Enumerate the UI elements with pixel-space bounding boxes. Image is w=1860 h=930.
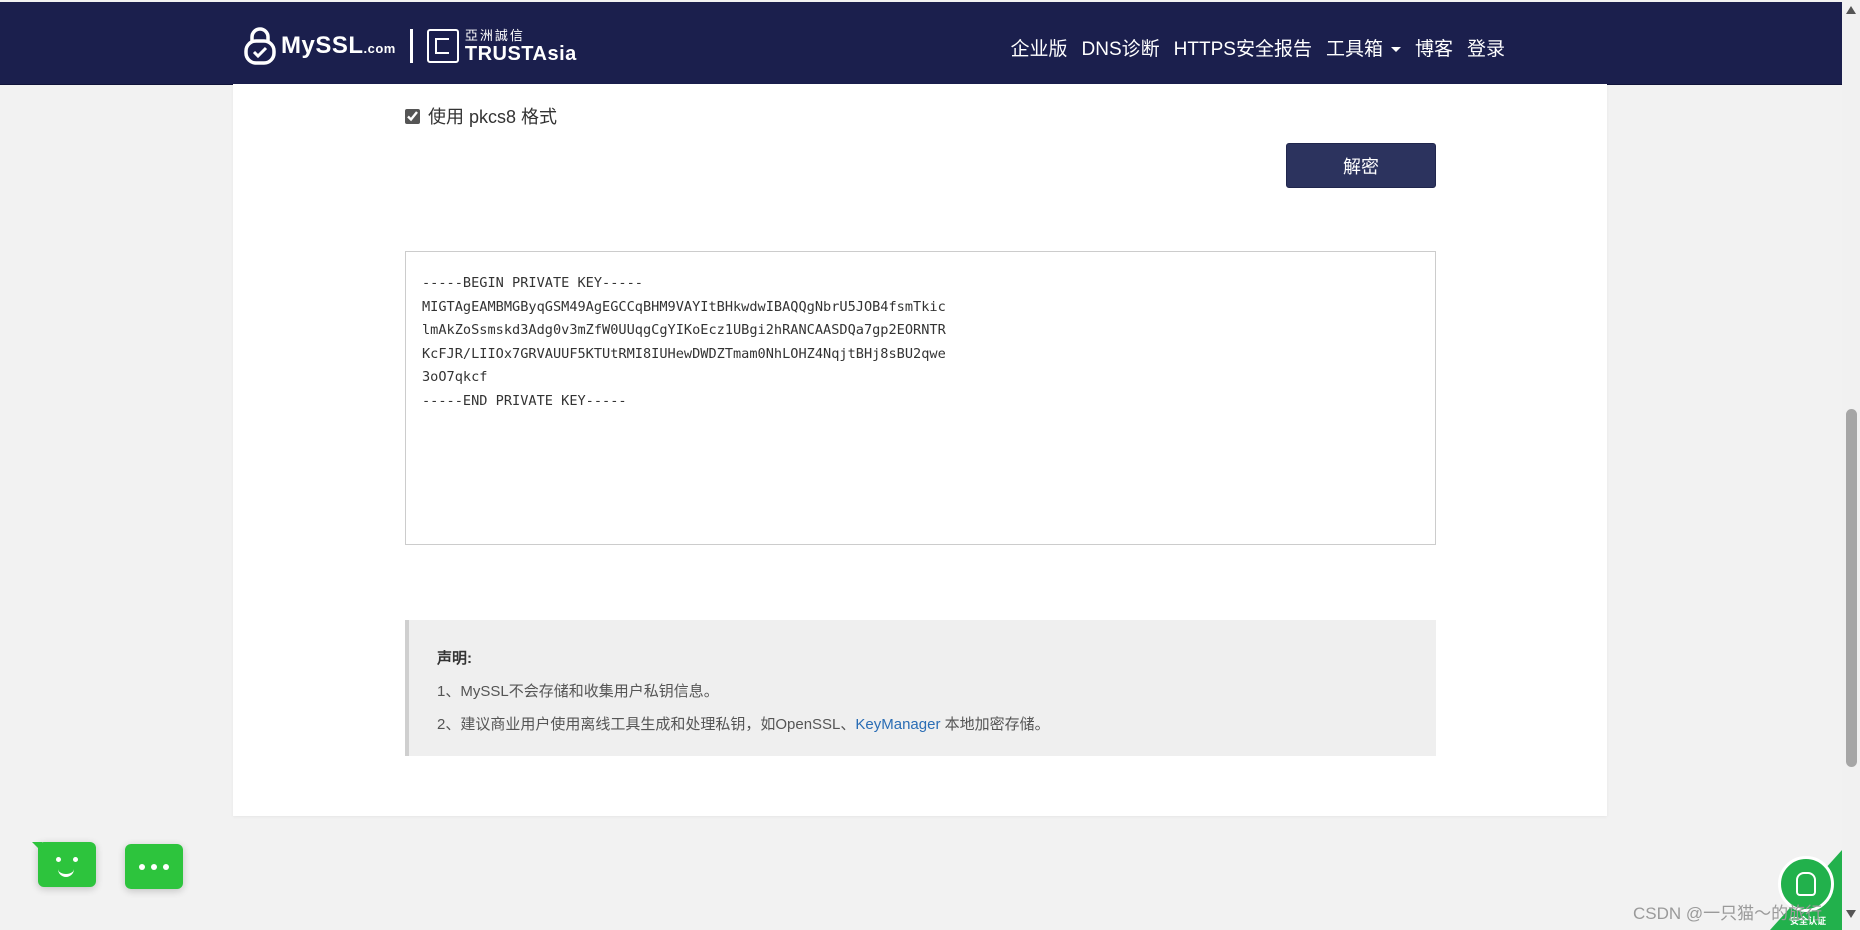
chat-mouth [58,868,74,877]
pkcs8-checkbox[interactable] [405,108,420,124]
chat-eye-right [73,857,78,862]
brand-myssl: MySSL.com [281,32,396,60]
scroll-down-arrow-icon[interactable] [1846,910,1856,918]
disclaimer-line-2-prefix: 2、建议商业用户使用离线工具生成和处理私钥，如OpenSSL、 [437,716,856,733]
trustasia-icon [426,29,459,63]
pkcs8-option[interactable]: 使用 pkcs8 格式 [405,103,557,129]
top-navbar: MySSL.com 亞洲誠信 TRUSTAsia 企业版 DNS诊断 HTTPS… [0,2,1842,85]
scrollbar-thumb[interactable] [1846,409,1857,767]
trustasia-cn: 亞洲誠信 [464,27,525,43]
trustasia-logo: 亞洲誠信 TRUSTAsia [465,29,577,64]
disclaimer-box: 声明: 1、MySSL不会存储和收集用户私钥信息。 2、建议商业用户使用离线工具… [405,620,1436,756]
nav-toolbox[interactable]: 工具箱 [1326,34,1401,61]
brand-logo[interactable]: MySSL.com 亞洲誠信 TRUSTAsia [243,26,577,66]
lock-shield-icon [244,27,276,65]
disclaimer-line-2-suffix: 本地加密存储。 [940,716,1050,733]
chevron-down-icon [1390,47,1401,53]
brand-myssl-text: MySSL [281,32,364,59]
chat-dot-1 [139,864,145,870]
pkcs8-label: 使用 pkcs8 格式 [428,107,558,127]
nav-blog[interactable]: 博客 [1415,34,1453,61]
disclaimer-line-1: 1、MySSL不会存储和收集用户私钥信息。 [437,683,719,700]
nav-enterprise[interactable]: 企业版 [1011,34,1068,61]
nav-toolbox-label: 工具箱 [1325,39,1383,60]
csdn-watermark: CSDN @一只猫～的旅行 [1633,904,1823,923]
chat-eye-left [56,857,61,862]
smiley-chat-icon[interactable] [32,842,96,887]
scroll-up-arrow-icon[interactable] [1846,6,1856,14]
brand-myssl-suffix: .com [363,41,396,56]
private-key-output[interactable]: -----BEGIN PRIVATE KEY----- MIGTAgEAMBMG… [405,251,1436,545]
chat-dot-2 [151,864,157,870]
main-nav: 企业版 DNS诊断 HTTPS安全报告 工具箱 博客 登录 [1011,34,1505,61]
nav-https-report[interactable]: HTTPS安全报告 [1174,34,1312,61]
decrypt-button[interactable]: 解密 [1286,143,1436,188]
nav-dns-diagnosis[interactable]: DNS诊断 [1082,34,1160,61]
disclaimer-title: 声明: [437,650,472,667]
disclaimer-line-2: 2、建议商业用户使用离线工具生成和处理私钥，如OpenSSL、KeyManage… [437,713,1408,734]
seal-lock-shape [1796,872,1816,896]
keymanager-link[interactable]: KeyManager [855,716,940,733]
nav-login[interactable]: 登录 [1467,34,1505,61]
brand-divider [409,29,413,63]
trustasia-en: TRUSTAsia [464,42,577,65]
ellipsis-chat-icon[interactable] [125,844,183,889]
page-scrollbar[interactable] [1842,0,1860,930]
chat-dot-3 [163,864,169,870]
